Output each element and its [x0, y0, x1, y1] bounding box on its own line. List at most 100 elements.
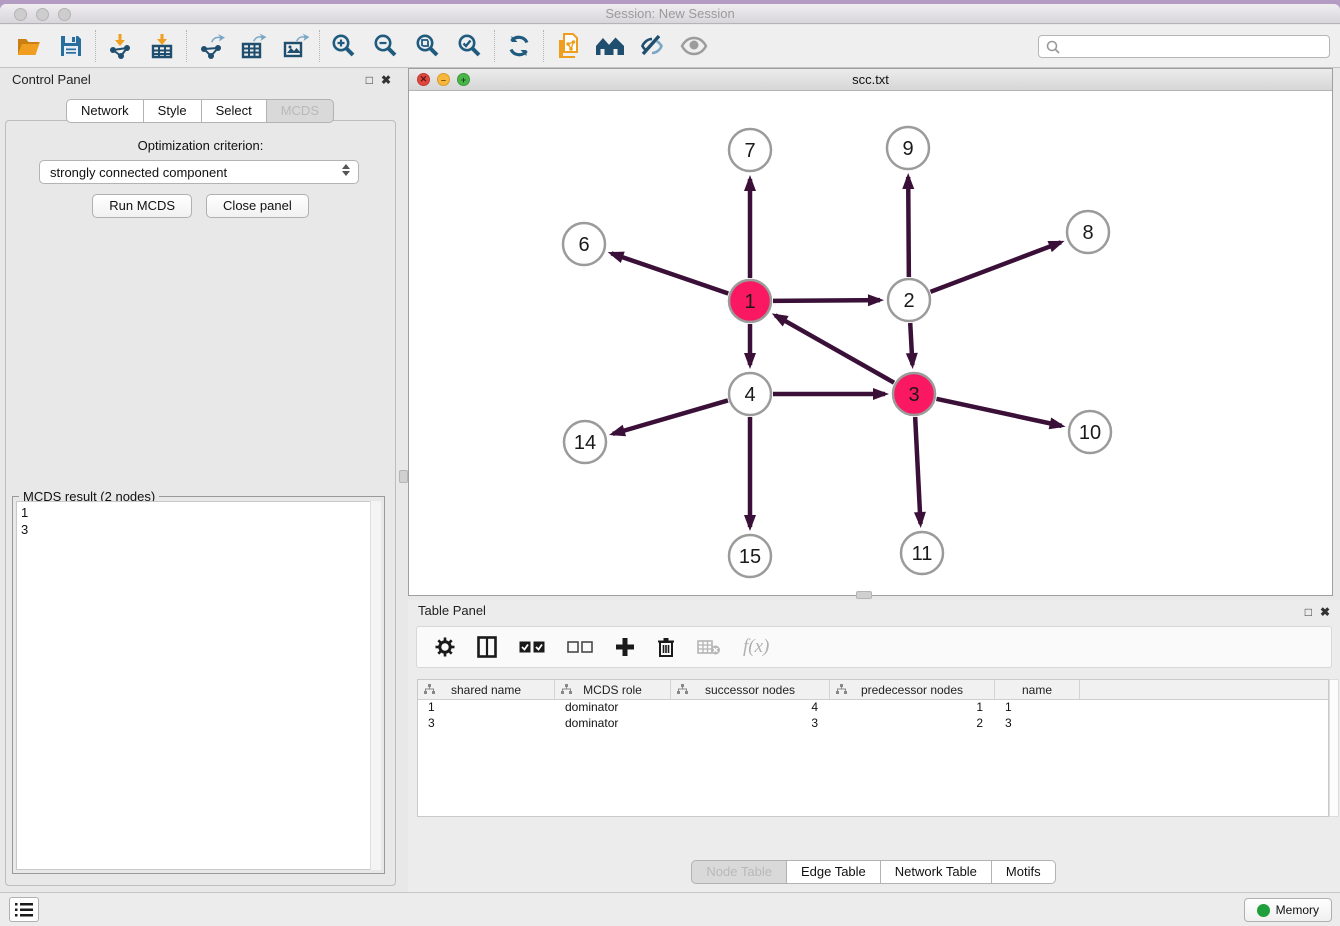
tab-node-table[interactable]: Node Table	[691, 860, 787, 884]
table-panel-float-button[interactable]: □	[1305, 606, 1312, 618]
show-column-panel-button[interactable]	[477, 632, 497, 662]
graph-edge-1-2[interactable]	[773, 300, 880, 301]
table-panel: Table Panel □ ✖	[408, 600, 1340, 892]
graph-edge-2-9[interactable]	[908, 177, 909, 277]
mcds-result-box: MCDS result (2 nodes) 1 3	[12, 496, 385, 874]
zoom-selected-button[interactable]	[449, 28, 491, 64]
criterion-value: strongly connected component	[50, 165, 227, 180]
graphics-details-button[interactable]	[673, 28, 715, 64]
tab-style[interactable]: Style	[143, 99, 202, 123]
trash-icon	[657, 637, 675, 658]
graph-node-label-15: 15	[739, 546, 761, 568]
graph-edge-1-6[interactable]	[611, 253, 728, 293]
create-column-button[interactable]	[615, 632, 635, 662]
close-panel-button[interactable]: Close panel	[206, 194, 309, 218]
column-header-shared-name[interactable]: shared name	[418, 680, 555, 699]
run-mcds-button[interactable]: Run MCDS	[92, 194, 192, 218]
table-tabs: Node Table Edge Table Network Table Moti…	[408, 860, 1340, 884]
splitter-handle[interactable]	[399, 470, 408, 483]
zoom-out-button[interactable]	[365, 28, 407, 64]
slashed-eye-icon	[639, 33, 665, 59]
eye-icon	[680, 35, 708, 57]
node-table: shared name MCDS role successor nodes	[417, 679, 1329, 817]
table-options-button[interactable]	[435, 632, 455, 662]
column-header-successor-nodes[interactable]: successor nodes	[671, 680, 830, 699]
network-view-window: ✕ – + scc.txt 7968124314101511	[408, 68, 1333, 596]
table-scrollbar[interactable]	[1329, 679, 1339, 817]
control-panel-float-button[interactable]: □	[366, 74, 373, 86]
table-panel-close-button[interactable]: ✖	[1320, 606, 1330, 618]
graph-node-label-14: 14	[574, 432, 596, 454]
column-header-name[interactable]: name	[995, 680, 1080, 699]
unselect-all-columns-button[interactable]	[567, 632, 593, 662]
result-scrollbar[interactable]	[370, 501, 381, 870]
tab-mcds[interactable]: MCDS	[266, 99, 334, 123]
select-all-columns-button[interactable]	[519, 632, 545, 662]
column-type-icon	[561, 684, 572, 695]
save-session-button[interactable]	[50, 28, 92, 64]
app-window: Session: New Session	[0, 4, 1340, 926]
export-image-button[interactable]	[274, 28, 316, 64]
hide-annotations-button[interactable]	[631, 28, 673, 64]
import-network-icon	[107, 33, 133, 59]
control-panel-close-button[interactable]: ✖	[381, 74, 391, 86]
list-icon	[15, 903, 33, 917]
columns-icon	[477, 636, 497, 658]
table-header-row: shared name MCDS role successor nodes	[418, 680, 1328, 700]
column-header-predecessor-nodes[interactable]: predecessor nodes	[830, 680, 995, 699]
search-field[interactable]	[1038, 35, 1330, 58]
graph-edge-2-3[interactable]	[910, 323, 912, 365]
graph-node-label-10: 10	[1079, 422, 1101, 444]
graph-edge-3-10[interactable]	[936, 399, 1061, 426]
tab-motifs[interactable]: Motifs	[991, 860, 1056, 884]
import-network-button[interactable]	[99, 28, 141, 64]
table-panel-title: Table Panel	[418, 603, 486, 618]
plus-icon	[615, 637, 635, 657]
table-row[interactable]: 1 dominator 4 1 1	[418, 700, 1328, 716]
delete-columns-button[interactable]	[657, 632, 675, 662]
unchecked-boxes-icon	[567, 641, 593, 654]
graph-edge-2-8[interactable]	[931, 242, 1061, 292]
graph-edge-4-14[interactable]	[613, 400, 728, 433]
fx-icon: f(x)	[743, 636, 769, 658]
graph-node-label-9: 9	[902, 138, 913, 160]
column-header-mcds-role[interactable]: MCDS role	[555, 680, 671, 699]
toolbar-separator	[319, 30, 320, 62]
network-graph[interactable]: 7968124314101511	[409, 92, 1332, 596]
splitter-handle-horizontal[interactable]	[856, 591, 872, 599]
graph-node-label-8: 8	[1082, 222, 1093, 244]
export-network-button[interactable]	[190, 28, 232, 64]
houses-icon	[595, 34, 625, 58]
graph-node-label-7: 7	[744, 140, 755, 162]
table-row[interactable]: 3 dominator 3 2 3	[418, 716, 1328, 732]
graph-edge-3-11[interactable]	[915, 417, 920, 524]
tab-network-table[interactable]: Network Table	[880, 860, 992, 884]
apply-layout-button[interactable]	[498, 28, 540, 64]
import-table-button[interactable]	[141, 28, 183, 64]
graph-edge-3-1[interactable]	[775, 315, 894, 382]
clone-network-button[interactable]	[547, 28, 589, 64]
tab-edge-table[interactable]: Edge Table	[786, 860, 881, 884]
network-canvas[interactable]: 7968124314101511	[409, 92, 1332, 595]
first-neighbors-button[interactable]	[589, 28, 631, 64]
toolbar-separator	[95, 30, 96, 62]
function-builder-button[interactable]: f(x)	[743, 632, 769, 662]
tab-network[interactable]: Network	[66, 99, 144, 123]
memory-button[interactable]: Memory	[1244, 898, 1332, 922]
search-input[interactable]	[1061, 38, 1329, 56]
zoom-fit-button[interactable]	[407, 28, 449, 64]
network-view-titlebar: ✕ – + scc.txt	[409, 69, 1332, 91]
export-table-button[interactable]	[232, 28, 274, 64]
optimization-criterion-label: Optimization criterion:	[0, 138, 401, 153]
zoom-in-button[interactable]	[323, 28, 365, 64]
tab-select[interactable]: Select	[201, 99, 267, 123]
graph-node-label-2: 2	[903, 290, 914, 312]
open-file-button[interactable]	[8, 28, 50, 64]
delete-table-icon	[697, 639, 721, 655]
export-network-icon	[198, 33, 225, 59]
criterion-dropdown[interactable]: strongly connected component	[39, 160, 359, 184]
mcds-result-text[interactable]: 1 3	[16, 501, 381, 870]
task-history-button[interactable]	[9, 897, 39, 922]
column-type-icon	[677, 684, 688, 695]
delete-table-button[interactable]	[697, 632, 721, 662]
